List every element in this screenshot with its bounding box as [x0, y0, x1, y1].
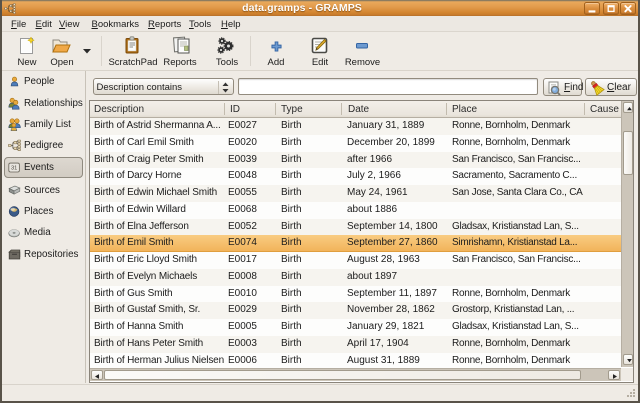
svg-text:31: 31	[11, 165, 17, 171]
